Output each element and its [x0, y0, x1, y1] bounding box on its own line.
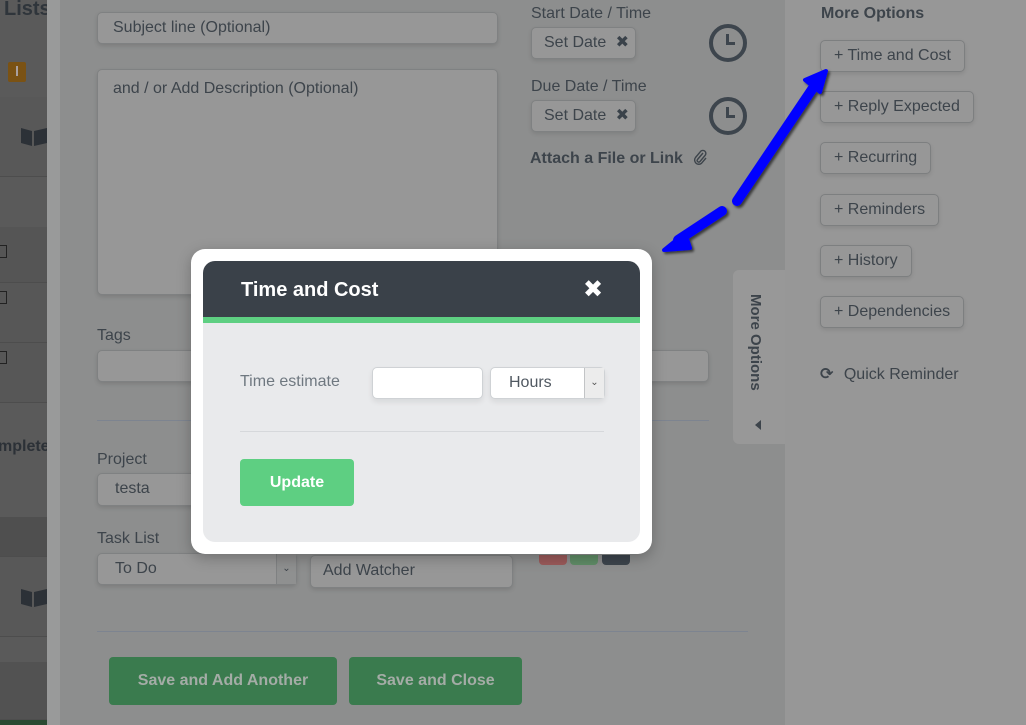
- chevron-down-icon[interactable]: ⌄: [584, 368, 604, 398]
- completed-heading: mpleted: [0, 438, 47, 455]
- attach-label: Attach a File or Link: [530, 150, 683, 167]
- task-list-label: Task List: [97, 530, 160, 547]
- list-row: [0, 283, 47, 343]
- time-unit-select[interactable]: Hours ⌄: [490, 367, 605, 399]
- refresh-icon: ⟳: [820, 366, 834, 383]
- task-list-select[interactable]: To Do ⌄: [97, 553, 297, 585]
- more-options-tab[interactable]: More Options: [733, 270, 785, 444]
- task-list-value: To Do: [115, 560, 157, 577]
- attach-file-link[interactable]: Attach a File or Link: [530, 149, 707, 168]
- save-and-add-another-button[interactable]: Save and Add Another: [109, 657, 337, 705]
- due-time-clock-icon[interactable]: [709, 97, 747, 135]
- add-watcher-input[interactable]: Add Watcher: [310, 555, 513, 588]
- more-options-tab-label: More Options: [747, 294, 764, 391]
- clear-due-date-icon[interactable]: ✖: [616, 105, 629, 125]
- tags-label: Tags: [97, 327, 131, 344]
- time-estimate-input[interactable]: [372, 367, 483, 399]
- dialog-body: Time and Cost ✖ Time estimate Hours ⌄ Up…: [203, 261, 640, 542]
- book-icon: [21, 589, 47, 607]
- priority-3-button[interactable]: [602, 555, 630, 565]
- background-app-list-panel: Lists mpleted: [0, 0, 47, 725]
- divider: [97, 631, 748, 632]
- dialog-divider: [240, 431, 604, 432]
- quick-reminder-label: Quick Reminder: [843, 366, 959, 383]
- save-and-close-button[interactable]: Save and Close: [349, 657, 522, 705]
- priority-1-button[interactable]: [539, 555, 567, 565]
- lists-title: Lists: [4, 0, 47, 20]
- recurring-button[interactable]: + Recurring: [820, 142, 932, 174]
- start-date-button-label: Set Date: [544, 34, 607, 51]
- task-checkbox[interactable]: [0, 291, 7, 304]
- list-row: [0, 662, 47, 720]
- quick-reminder-link[interactable]: ⟳ Quick Reminder: [820, 364, 959, 384]
- time-estimate-label: Time estimate: [240, 373, 340, 390]
- more-options-title: More Options: [821, 5, 925, 22]
- start-date-button[interactable]: Set Date ✖: [531, 27, 636, 59]
- list-row: [0, 227, 47, 283]
- project-label: Project: [97, 451, 147, 468]
- subject-input[interactable]: Subject line (Optional): [97, 12, 498, 44]
- start-date-label: Start Date / Time: [531, 5, 652, 22]
- book-icon: [21, 128, 47, 146]
- paperclip-icon: [694, 149, 707, 165]
- time-and-cost-button[interactable]: + Time and Cost: [820, 40, 965, 72]
- priority-2-button[interactable]: [570, 555, 598, 565]
- history-button[interactable]: + History: [820, 245, 912, 277]
- task-checkbox[interactable]: [0, 245, 7, 258]
- dialog-header: Time and Cost ✖: [203, 261, 640, 323]
- dependencies-button[interactable]: + Dependencies: [820, 296, 965, 328]
- close-icon[interactable]: ✖: [583, 275, 603, 304]
- collapse-arrow-icon: [755, 420, 761, 430]
- reminders-button[interactable]: + Reminders: [820, 194, 940, 226]
- update-button[interactable]: Update: [240, 459, 354, 506]
- clear-start-date-icon[interactable]: ✖: [616, 32, 629, 52]
- list-row: [0, 343, 47, 403]
- dialog-title: Time and Cost: [241, 279, 379, 301]
- due-date-label: Due Date / Time: [531, 78, 647, 95]
- notification-badge-icon: [8, 62, 26, 82]
- reply-expected-button[interactable]: + Reply Expected: [820, 91, 974, 123]
- task-checkbox[interactable]: [0, 351, 7, 364]
- list-row: [0, 517, 47, 557]
- status-bar: [0, 720, 47, 725]
- time-unit-value: Hours: [509, 374, 552, 391]
- time-and-cost-dialog: Time and Cost ✖ Time estimate Hours ⌄ Up…: [191, 249, 652, 554]
- due-date-button-label: Set Date: [544, 107, 607, 124]
- due-date-button[interactable]: Set Date ✖: [531, 100, 636, 132]
- chevron-down-icon[interactable]: ⌄: [276, 554, 296, 584]
- start-time-clock-icon[interactable]: [709, 24, 747, 62]
